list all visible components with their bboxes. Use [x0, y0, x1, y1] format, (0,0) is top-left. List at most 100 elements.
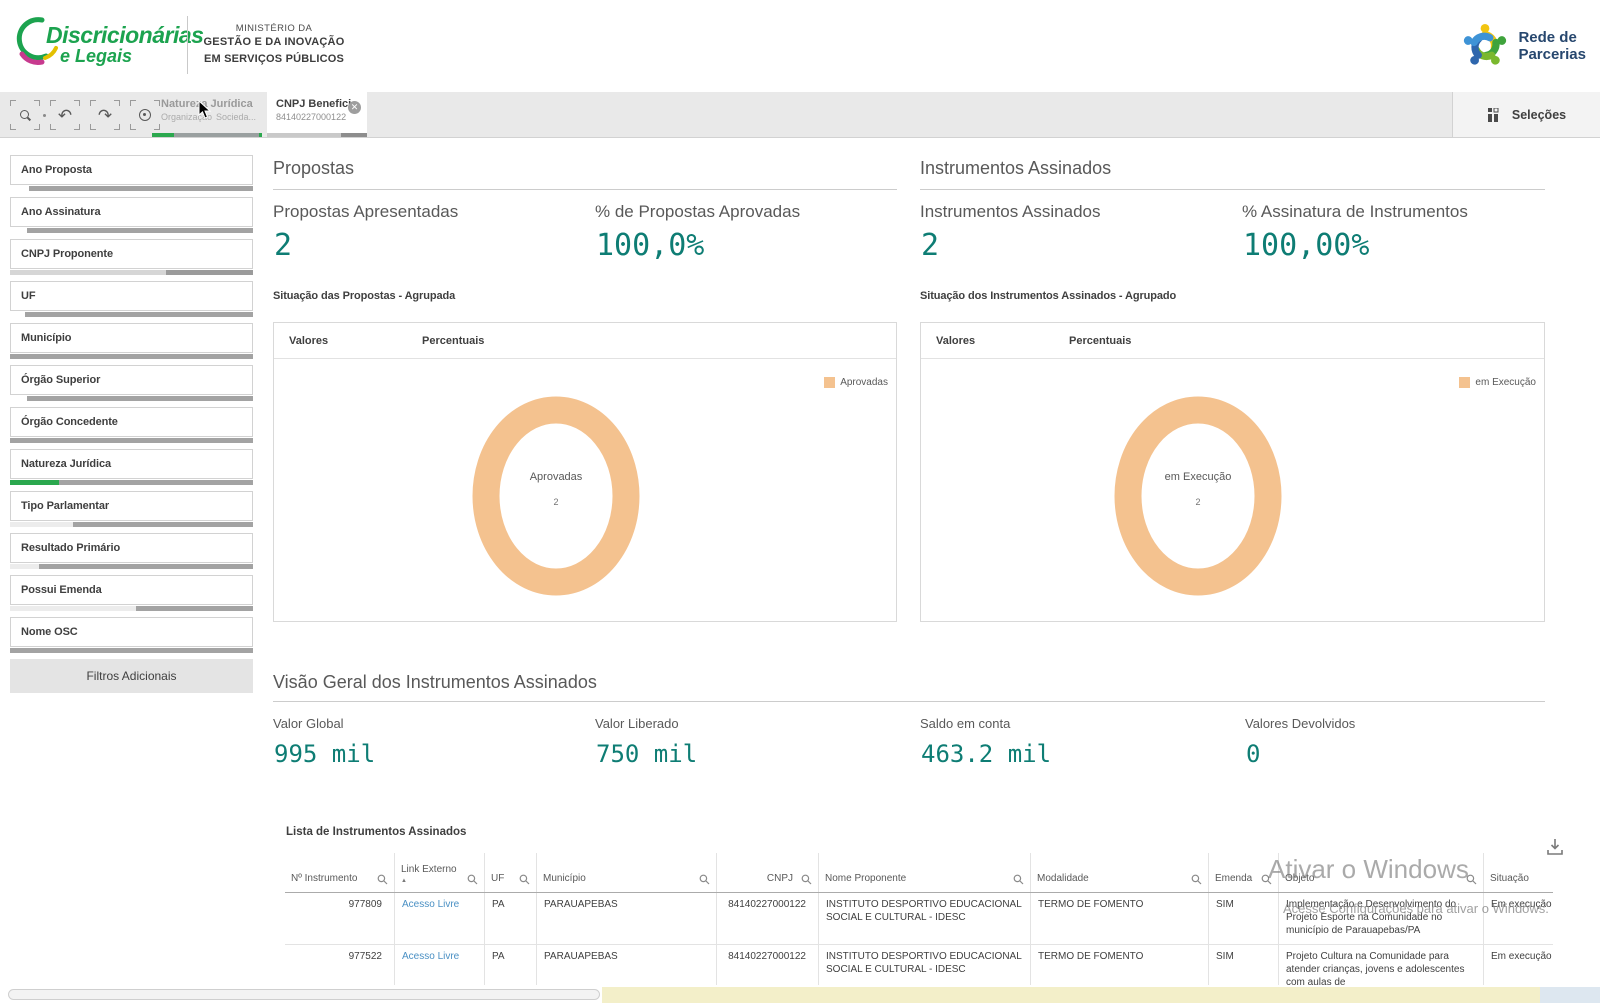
- sidebar-item-uf[interactable]: UF: [10, 281, 253, 317]
- search-icon[interactable]: [1466, 874, 1477, 885]
- cell-link-externo: Acesso Livre: [395, 893, 485, 944]
- selection-chip-cnpj-beneficiario[interactable]: CNPJ Benefici... 84140227000122 ✕: [267, 92, 367, 137]
- selections-tool-icon: [1487, 108, 1502, 122]
- tab-percentuais[interactable]: Percentuais: [1069, 323, 1131, 359]
- chart-tabs: Valores Percentuais: [921, 323, 1544, 359]
- table-row: 977522 Acesso Livre PA PARAUAPEBAS 84140…: [285, 945, 1553, 985]
- selection-chip-natureza-juridica[interactable]: Natureza Jurídica Organização Socieda...: [152, 92, 262, 137]
- sidebar-item-tipo-parlamentar[interactable]: Tipo Parlamentar: [10, 491, 253, 527]
- sidebar-item-ano-assinatura[interactable]: Ano Assinatura: [10, 197, 253, 233]
- kpi-label-valor-global: Valor Global: [273, 716, 344, 731]
- cell-municipio: PARAUAPEBAS: [537, 945, 717, 985]
- instrumentos-chart-title: Situação dos Instrumentos Assinados - Ag…: [920, 290, 1176, 302]
- kpi-label-valores-devolvidos: Valores Devolvidos: [1245, 716, 1355, 731]
- cell-municipio: PARAUAPEBAS: [537, 893, 717, 944]
- clear-selections-icon: [139, 109, 151, 121]
- sidebar-item-orgao-superior[interactable]: Órgão Superior: [10, 365, 253, 401]
- col-header-municipio[interactable]: Município: [537, 853, 717, 892]
- col-header-cnpj[interactable]: CNPJ: [717, 853, 819, 892]
- kpi-value-pct-propostas-aprovadas: 100,0%: [596, 228, 704, 263]
- donut-ring[interactable]: [1106, 396, 1290, 596]
- col-header-modalidade[interactable]: Modalidade: [1031, 853, 1209, 892]
- logo-line1: Discricionárias: [46, 22, 203, 49]
- chip-close-icon[interactable]: ✕: [348, 101, 361, 114]
- acesso-livre-link[interactable]: Acesso Livre: [402, 899, 459, 910]
- kpi-label-propostas-apresentadas: Propostas Apresentadas: [273, 202, 458, 222]
- horizontal-scrollbar-thumb[interactable]: [8, 989, 600, 1000]
- cell-situacao: Em execução: [1484, 945, 1553, 985]
- filtros-adicionais-button[interactable]: Filtros Adicionais: [10, 659, 253, 693]
- cell-nome-proponente: INSTITUTO DESPORTIVO EDUCACIONAL SOCIAL …: [819, 945, 1031, 985]
- search-icon[interactable]: [467, 874, 478, 885]
- chip-value-suffix: Socieda...: [216, 112, 256, 122]
- table-header-row: Nº Instrumento Link Externo▲ UF Municípi…: [285, 853, 1553, 893]
- sidebar-item-natureza-juridica[interactable]: Natureza Jurídica: [10, 449, 253, 485]
- col-header-objeto[interactable]: Objeto: [1279, 853, 1484, 892]
- legend-item-aprovadas[interactable]: Aprovadas: [824, 377, 888, 388]
- chip-value-prefix: Organização: [161, 112, 212, 122]
- tab-valores[interactable]: Valores: [289, 323, 328, 359]
- col-header-emenda[interactable]: Emenda: [1209, 853, 1279, 892]
- cell-objeto: Implementação e Desenvolvimento do Proje…: [1279, 893, 1484, 944]
- instrumentos-section-title: Instrumentos Assinados: [920, 158, 1111, 179]
- section-divider: [273, 701, 1545, 702]
- sort-asc-icon: ▲: [401, 878, 457, 886]
- col-header-situacao[interactable]: Situação: [1484, 853, 1553, 892]
- search-icon[interactable]: [1261, 874, 1272, 885]
- instrumentos-donut-card: Valores Percentuais em Execução em Execu…: [920, 322, 1545, 622]
- filter-scrollbar: [10, 438, 253, 443]
- cell-situacao: Em execução: [1484, 893, 1553, 944]
- legend-label: Aprovadas: [840, 377, 888, 388]
- tab-percentuais[interactable]: Percentuais: [422, 323, 484, 359]
- propostas-section-title: Propostas: [273, 158, 354, 179]
- legend-item-em-execucao[interactable]: em Execução: [1459, 377, 1536, 388]
- chip-title: Natureza Jurídica: [161, 98, 254, 110]
- kpi-value-saldo-em-conta: 463.2 mil: [921, 740, 1051, 768]
- cell-modalidade: TERMO DE FOMENTO: [1031, 893, 1209, 944]
- kpi-value-propostas-apresentadas: 2: [274, 228, 292, 263]
- filter-scrollbar: [10, 270, 253, 275]
- col-header-nome-proponente[interactable]: Nome Proponente: [819, 853, 1031, 892]
- acesso-livre-link[interactable]: Acesso Livre: [402, 951, 459, 962]
- search-icon[interactable]: [699, 874, 710, 885]
- brand-text: Rede de Parcerias: [1518, 29, 1586, 64]
- search-icon[interactable]: [1013, 874, 1024, 885]
- propostas-donut-chart: Aprovadas Aprovadas 2: [274, 359, 896, 621]
- col-header-n-instrumento[interactable]: Nº Instrumento: [285, 853, 395, 892]
- sidebar-item-ano-proposta[interactable]: Ano Proposta: [10, 155, 253, 191]
- sidebar-item-nome-osc[interactable]: Nome OSC: [10, 617, 253, 653]
- tab-valores[interactable]: Valores: [936, 323, 975, 359]
- sidebar-item-orgao-concedente[interactable]: Órgão Concedente: [10, 407, 253, 443]
- bottom-strip-highlight: [602, 987, 1540, 1003]
- legend-label: em Execução: [1475, 377, 1536, 388]
- donut-ring[interactable]: [464, 396, 648, 596]
- selection-bar: ↶ ↷ Natureza Jurídica Organização Socied…: [0, 92, 1600, 138]
- cell-nome-proponente: INSTITUTO DESPORTIVO EDUCACIONAL SOCIAL …: [819, 893, 1031, 944]
- ministry-line1: MINISTÉRIO DA: [198, 23, 350, 34]
- cell-uf: PA: [485, 893, 537, 944]
- sidebar-item-cnpj-proponente[interactable]: CNPJ Proponente: [10, 239, 253, 275]
- sidebar-item-resultado-primario[interactable]: Resultado Primário: [10, 533, 253, 569]
- col-header-link-externo[interactable]: Link Externo▲: [395, 853, 485, 892]
- search-icon[interactable]: [801, 874, 812, 885]
- col-header-uf[interactable]: UF: [485, 853, 537, 892]
- search-icon[interactable]: [519, 874, 530, 885]
- kpi-label-pct-propostas-aprovadas: % de Propostas Aprovadas: [595, 202, 800, 222]
- redo-arrow-icon: ↷: [98, 107, 112, 124]
- filter-scrollbar: [10, 648, 253, 653]
- smart-search-button[interactable]: [10, 100, 40, 130]
- cell-emenda: SIM: [1209, 893, 1279, 944]
- step-back-button[interactable]: ↶: [50, 100, 80, 130]
- section-divider: [273, 189, 897, 190]
- chip-value: Organização Socieda...: [161, 112, 254, 122]
- sidebar-item-municipio[interactable]: Município: [10, 323, 253, 359]
- step-forward-button[interactable]: ↷: [90, 100, 120, 130]
- filter-scrollbar: [10, 522, 253, 527]
- search-icon[interactable]: [377, 874, 388, 885]
- undo-arrow-icon: ↶: [58, 107, 72, 124]
- table-title: Lista de Instrumentos Assinados: [286, 826, 466, 838]
- selections-tool-button[interactable]: Seleções: [1452, 92, 1600, 137]
- search-icon[interactable]: [1191, 874, 1202, 885]
- filter-scrollbar: [10, 396, 253, 401]
- sidebar-item-possui-emenda[interactable]: Possui Emenda: [10, 575, 253, 611]
